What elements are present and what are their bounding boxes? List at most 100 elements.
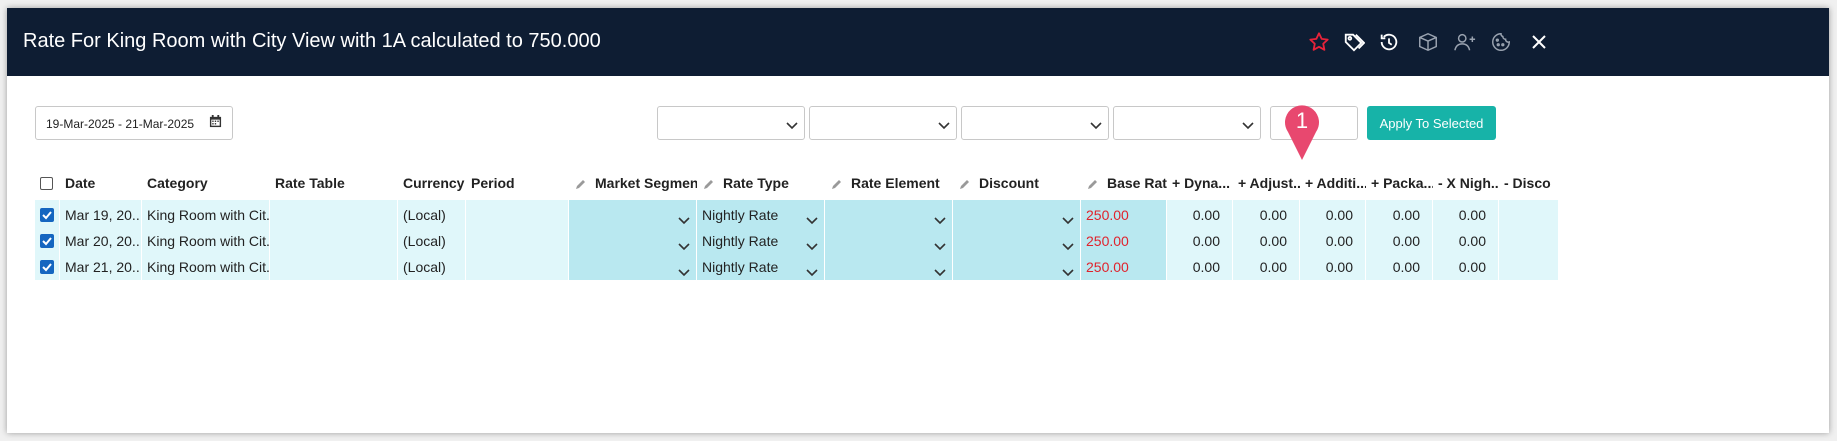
column-header-period[interactable]: Period xyxy=(466,168,569,198)
cell-market-segment[interactable] xyxy=(569,200,697,229)
cell-select[interactable] xyxy=(35,226,60,255)
rate-dialog: Rate For King Room with City View with 1… xyxy=(7,8,1829,433)
column-header-label: Market Segment xyxy=(595,175,697,191)
close-icon[interactable] xyxy=(1527,30,1551,54)
cell-discount[interactable] xyxy=(953,252,1081,281)
cell-base-rate[interactable]: 250.00 xyxy=(1081,200,1167,229)
discount-filter-select[interactable] xyxy=(1113,106,1261,140)
cell-select[interactable] xyxy=(35,200,60,229)
cookie-icon[interactable] xyxy=(1489,30,1513,54)
column-header-rate-table[interactable]: Rate Table xyxy=(270,168,398,198)
column-header-label: + Adjust... xyxy=(1238,175,1300,191)
cell-additi: 0.00 xyxy=(1300,252,1366,281)
column-header-label: - X Nigh... xyxy=(1438,175,1499,191)
cell-packa: 0.00 xyxy=(1366,252,1433,281)
column-header-packa[interactable]: + Packa... xyxy=(1366,168,1433,198)
history-icon[interactable] xyxy=(1377,30,1401,54)
cell-value: 0.00 xyxy=(1392,233,1420,249)
column-header-label: + Dyna... xyxy=(1172,175,1230,191)
column-header-currency[interactable]: Currency xyxy=(398,168,466,198)
column-header-select[interactable] xyxy=(35,168,60,198)
cell-rate-element[interactable] xyxy=(825,200,953,229)
cell-rate-type[interactable]: Nightly Rate xyxy=(697,252,825,281)
cell-disco: 0 xyxy=(1499,200,1559,229)
column-header-market-segment[interactable]: Market Segment xyxy=(569,168,697,198)
cell-period xyxy=(466,252,569,281)
pencil-icon[interactable] xyxy=(831,177,843,193)
pencil-icon[interactable] xyxy=(575,177,587,193)
rate-element-filter-select[interactable] xyxy=(961,106,1109,140)
cell-discount[interactable] xyxy=(953,200,1081,229)
cell-packa: 0.00 xyxy=(1366,200,1433,229)
date-range-picker[interactable]: 19-Mar-2025 - 21-Mar-2025 xyxy=(35,106,233,140)
cell-value: 250.00 xyxy=(1086,233,1129,249)
cell-date: Mar 19, 20... xyxy=(60,200,142,229)
column-header-discount[interactable]: Discount xyxy=(953,168,1081,198)
cell-value: Mar 21, 20... xyxy=(65,259,142,275)
cell-value: (Local) xyxy=(403,207,446,223)
cell-value: 0.00 xyxy=(1392,259,1420,275)
row-checkbox[interactable] xyxy=(40,234,54,248)
cell-discount[interactable] xyxy=(953,226,1081,255)
chevron-down-icon[interactable] xyxy=(934,264,946,280)
cell-value: Nightly Rate xyxy=(702,259,779,275)
column-header-additi[interactable]: + Additi... xyxy=(1300,168,1366,198)
chevron-down-icon[interactable] xyxy=(806,264,818,280)
cell-base-rate[interactable]: 250.00 xyxy=(1081,226,1167,255)
cell-dyna: 0.00 xyxy=(1167,200,1233,229)
cell-market-segment[interactable] xyxy=(569,226,697,255)
star-icon[interactable] xyxy=(1307,30,1331,54)
cell-select[interactable] xyxy=(35,252,60,281)
cell-rate-type[interactable]: Nightly Rate xyxy=(697,226,825,255)
column-header-label: Rate Table xyxy=(275,175,345,191)
cell-base-rate[interactable]: 250.00 xyxy=(1081,252,1167,281)
column-header-label: + Packa... xyxy=(1371,175,1433,191)
chevron-down-icon[interactable] xyxy=(678,264,690,280)
table-row[interactable]: Mar 21, 20... King Room with Cit... (Local… xyxy=(35,252,1808,282)
cell-value: King Room with Cit... xyxy=(147,207,270,223)
row-checkbox[interactable] xyxy=(40,208,54,222)
column-header-base-rate[interactable]: Base Rate xyxy=(1081,168,1167,198)
column-header-label: Currency xyxy=(403,175,465,191)
column-header-x-nigh[interactable]: - X Nigh... xyxy=(1433,168,1499,198)
cell-adjust: 0.00 xyxy=(1233,200,1300,229)
column-header-category[interactable]: Category xyxy=(142,168,270,198)
cell-rate-element[interactable] xyxy=(825,226,953,255)
pencil-icon[interactable] xyxy=(959,177,971,193)
cell-category: King Room with Cit... xyxy=(142,252,270,281)
cell-date: Mar 20, 20... xyxy=(60,226,142,255)
cell-value: (Local) xyxy=(403,259,446,275)
package-icon[interactable] xyxy=(1416,30,1440,54)
add-user-icon[interactable] xyxy=(1453,30,1477,54)
column-header-adjust[interactable]: + Adjust... xyxy=(1233,168,1300,198)
apply-to-selected-button[interactable]: Apply To Selected xyxy=(1367,106,1496,140)
cell-rate-type[interactable]: Nightly Rate xyxy=(697,200,825,229)
cell-value: Nightly Rate xyxy=(702,207,779,223)
rate-type-filter-select[interactable] xyxy=(809,106,957,140)
cell-market-segment[interactable] xyxy=(569,252,697,281)
pencil-icon[interactable] xyxy=(703,177,715,193)
chevron-down-icon[interactable] xyxy=(1062,264,1074,280)
column-header-rate-element[interactable]: Rate Element xyxy=(825,168,953,198)
column-header-dyna[interactable]: + Dyna... xyxy=(1167,168,1233,198)
row-checkbox[interactable] xyxy=(40,260,54,274)
market-segment-filter-select[interactable] xyxy=(657,106,805,140)
select-all-checkbox[interactable] xyxy=(40,177,53,190)
pencil-icon[interactable] xyxy=(1087,177,1099,193)
column-header-disco[interactable]: - Disco xyxy=(1499,168,1559,198)
cell-value: 0.00 xyxy=(1458,233,1486,249)
cell-value: 250.00 xyxy=(1086,207,1129,223)
dialog-titlebar: Rate For King Room with City View with 1… xyxy=(7,8,1829,76)
cell-adjust: 0.00 xyxy=(1233,226,1300,255)
cell-rate-element[interactable] xyxy=(825,252,953,281)
date-range-value: 19-Mar-2025 - 21-Mar-2025 xyxy=(46,117,195,131)
cell-value: 0.00 xyxy=(1192,207,1220,223)
column-header-rate-type[interactable]: Rate Type xyxy=(697,168,825,198)
calendar-icon[interactable] xyxy=(209,115,222,131)
column-header-date[interactable]: Date xyxy=(60,168,142,198)
cell-x-nigh: 0.00 xyxy=(1433,252,1499,281)
cell-disco: 0 xyxy=(1499,226,1559,255)
cell-x-nigh: 0.00 xyxy=(1433,200,1499,229)
tags-icon[interactable] xyxy=(1342,30,1366,54)
cell-currency: (Local) xyxy=(398,252,466,281)
